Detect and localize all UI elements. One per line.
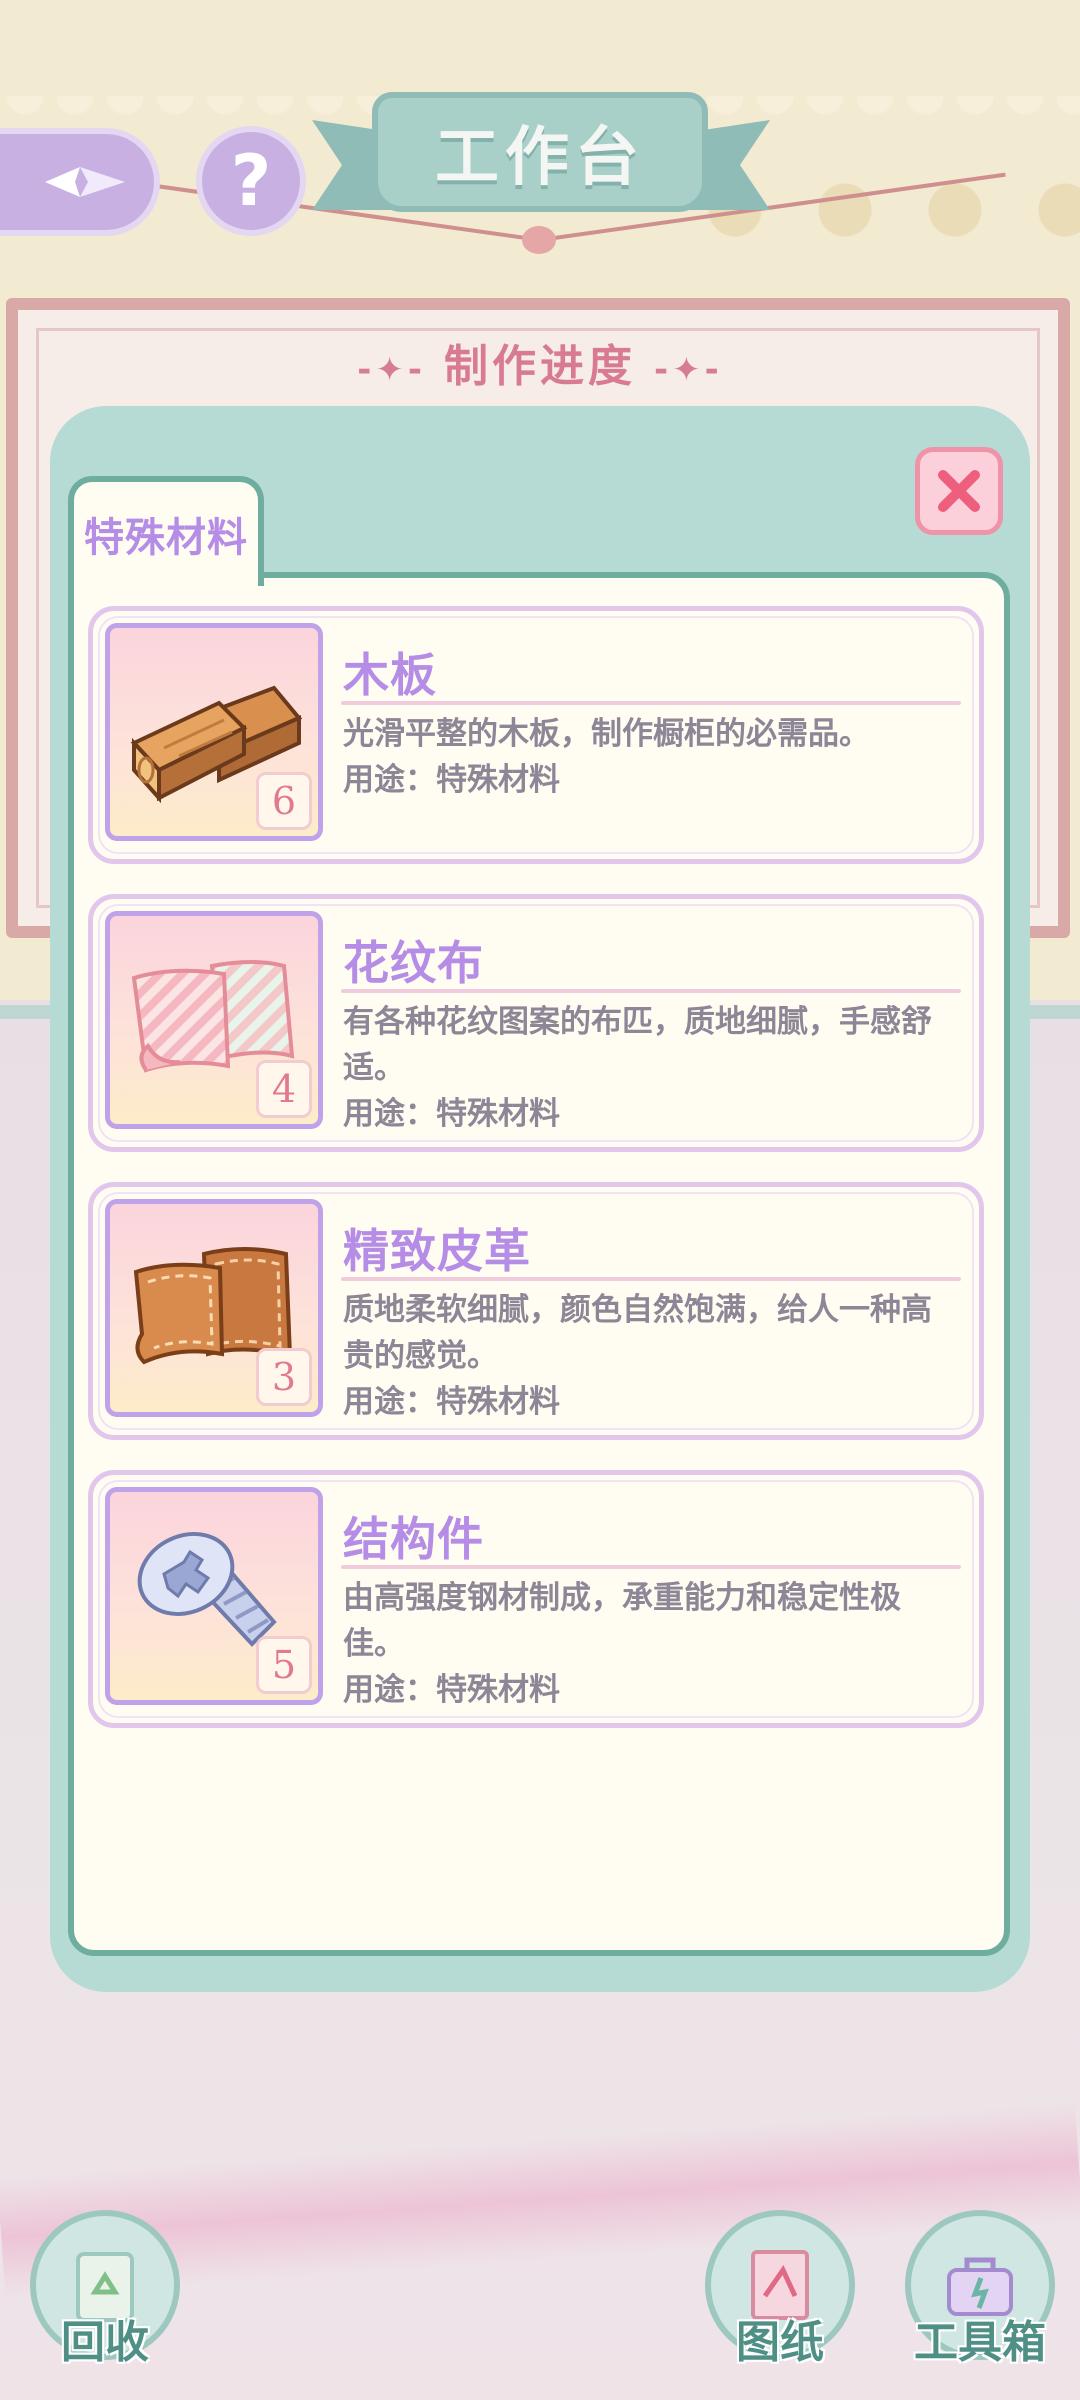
close-icon <box>938 470 980 512</box>
item-description-block: 由高强度钢材制成，承重能力和稳定性极佳。 用途：特殊材料 <box>343 1575 943 1713</box>
item-description-block: 质地柔软细腻，颜色自然饱满，给人一种高贵的感觉。 用途：特殊材料 <box>343 1287 943 1425</box>
item-thumbnail: 4 <box>105 911 323 1129</box>
recycle-label: 回收 <box>61 2317 149 2368</box>
item-count: 5 <box>256 1636 312 1694</box>
item-description: 由高强度钢材制成，承重能力和稳定性极佳。 <box>343 1580 901 1662</box>
item-thumbnail: 3 <box>105 1199 323 1417</box>
item-count: 6 <box>256 772 312 830</box>
item-usage: 用途：特殊材料 <box>343 1384 560 1420</box>
name-divider <box>341 701 961 705</box>
ornament-left-icon: -✦- <box>357 350 426 390</box>
tab-label: 特殊材料 <box>84 515 248 561</box>
close-button[interactable] <box>915 447 1003 535</box>
progress-title: -✦- 制作进度 -✦- <box>0 330 1080 394</box>
name-divider <box>341 1277 961 1281</box>
help-icon: ? <box>230 140 272 222</box>
item-name: 木板 <box>343 648 437 702</box>
item-usage: 用途：特殊材料 <box>343 1096 560 1132</box>
name-divider <box>341 989 961 993</box>
page-title: 工作台 <box>435 121 645 195</box>
back-arrow-icon <box>45 167 125 197</box>
list-item[interactable]: 5 结构件 由高强度钢材制成，承重能力和稳定性极佳。 用途：特殊材料 <box>88 1470 984 1728</box>
item-name: 结构件 <box>343 1512 484 1566</box>
list-item[interactable]: 3 精致皮革 质地柔软细腻，颜色自然饱满，给人一种高贵的感觉。 用途：特殊材料 <box>88 1182 984 1440</box>
blueprint-label: 图纸 <box>736 2317 824 2368</box>
list-item[interactable]: 4 花纹布 有各种花纹图案的布匹，质地细腻，手感舒适。 用途：特殊材料 <box>88 894 984 1152</box>
recycle-button[interactable]: 回收 <box>30 2210 180 2368</box>
item-thumbnail: 6 <box>105 623 323 841</box>
name-divider <box>341 1565 961 1569</box>
item-count: 4 <box>256 1060 312 1118</box>
back-button[interactable] <box>0 128 160 236</box>
item-name: 花纹布 <box>343 936 484 990</box>
item-description-block: 有各种花纹图案的布匹，质地细腻，手感舒适。 用途：特殊材料 <box>343 999 943 1137</box>
tab-joint <box>74 566 258 580</box>
toolbox-button[interactable]: 工具箱 <box>905 2210 1055 2368</box>
list-item[interactable]: 6 木板 光滑平整的木板，制作橱柜的必需品。 用途：特殊材料 <box>88 606 984 864</box>
item-usage: 用途：特殊材料 <box>343 1672 560 1708</box>
item-description-block: 光滑平整的木板，制作橱柜的必需品。 用途：特殊材料 <box>343 711 943 803</box>
item-count: 3 <box>256 1348 312 1406</box>
item-name: 精致皮革 <box>343 1224 531 1278</box>
toolbox-label: 工具箱 <box>914 2317 1046 2368</box>
progress-title-text: 制作进度 <box>444 341 636 392</box>
item-thumbnail: 5 <box>105 1487 323 1705</box>
item-description: 质地柔软细腻，颜色自然饱满，给人一种高贵的感觉。 <box>343 1292 932 1374</box>
item-description: 有各种花纹图案的布匹，质地细腻，手感舒适。 <box>343 1004 932 1086</box>
title-ribbon: 工作台 <box>372 92 708 212</box>
board-pin <box>522 226 556 254</box>
ornament-right-icon: -✦- <box>654 350 723 390</box>
help-button[interactable]: ? <box>196 126 306 236</box>
item-description: 光滑平整的木板，制作橱柜的必需品。 <box>343 716 870 752</box>
blueprint-button[interactable]: 图纸 <box>705 2210 855 2368</box>
item-usage: 用途：特殊材料 <box>343 762 560 798</box>
